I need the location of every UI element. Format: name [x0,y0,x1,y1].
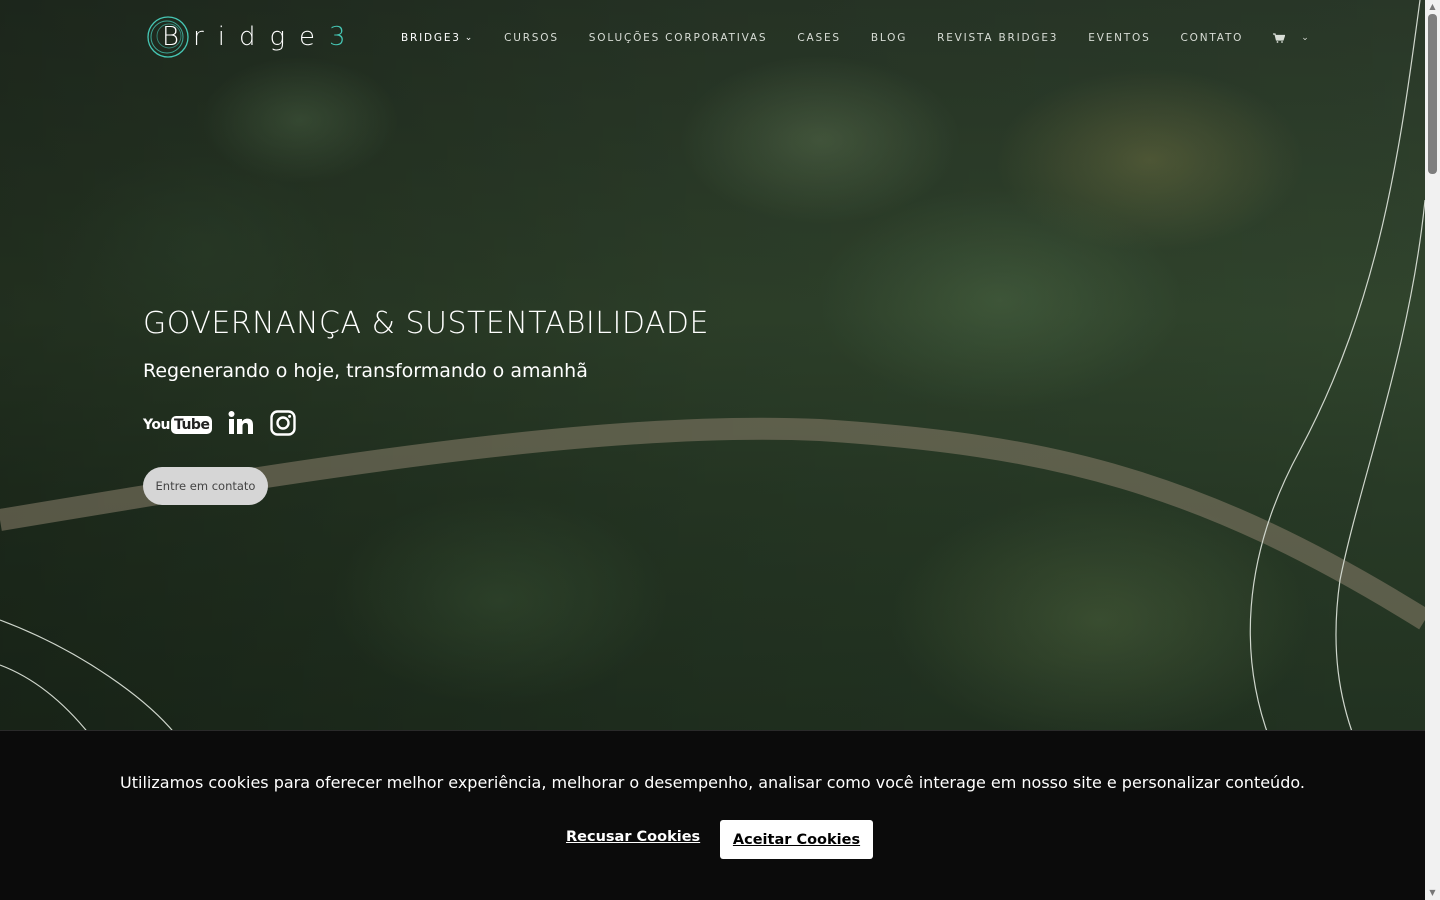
chevron-down-icon: ⌄ [1301,33,1309,43]
cart-menu[interactable]: ⌄ [1273,33,1309,43]
scroll-thumb[interactable] [1428,14,1437,174]
brand-logo[interactable]: Bridge3 [146,14,346,60]
scroll-up-arrow-icon[interactable]: ▲ [1425,0,1440,14]
youtube-icon[interactable]: You Tube [143,416,213,434]
cookie-banner: Utilizamos cookies para oferecer melhor … [0,730,1425,900]
reject-cookies-button[interactable]: Recusar Cookies [566,829,700,845]
accept-cookies-button[interactable]: Aceitar Cookies [720,820,873,859]
linkedin-icon[interactable] [228,411,254,439]
nav-item-eventos[interactable]: EVENTOS [1088,32,1150,44]
hero-title: GOVERNANÇA & SUSTENTABILIDADE [143,306,709,341]
main-nav: BRIDGE3 ⌄ CURSOS SOLUÇÕES CORPORATIVAS CA… [401,30,1309,46]
nav-item-revista-bridge3[interactable]: REVISTA BRIDGE3 [937,32,1058,44]
nav-item-bridge3[interactable]: BRIDGE3 ⌄ [401,32,474,44]
chevron-down-icon: ⌄ [464,33,475,43]
cookie-message: Utilizamos cookies para oferecer melhor … [120,773,1305,792]
social-links: You Tube [143,410,297,440]
cart-icon [1273,33,1286,43]
nav-item-blog[interactable]: BLOG [871,32,907,44]
page-scrollbar[interactable]: ▲ ▼ [1425,0,1440,900]
nav-item-cursos[interactable]: CURSOS [504,32,559,44]
scroll-down-arrow-icon[interactable]: ▼ [1425,886,1440,900]
nav-item-contato[interactable]: CONTATO [1181,32,1244,44]
contact-button[interactable]: Entre em contato [143,467,268,505]
nav-item-cases[interactable]: CASES [797,32,840,44]
logo-wordmark: Bridge3 [162,22,360,52]
hero-subtitle: Regenerando o hoje, transformando o aman… [143,360,588,382]
instagram-icon[interactable] [270,410,297,440]
nav-item-solucoes-corporativas[interactable]: SOLUÇÕES CORPORATIVAS [589,32,768,44]
